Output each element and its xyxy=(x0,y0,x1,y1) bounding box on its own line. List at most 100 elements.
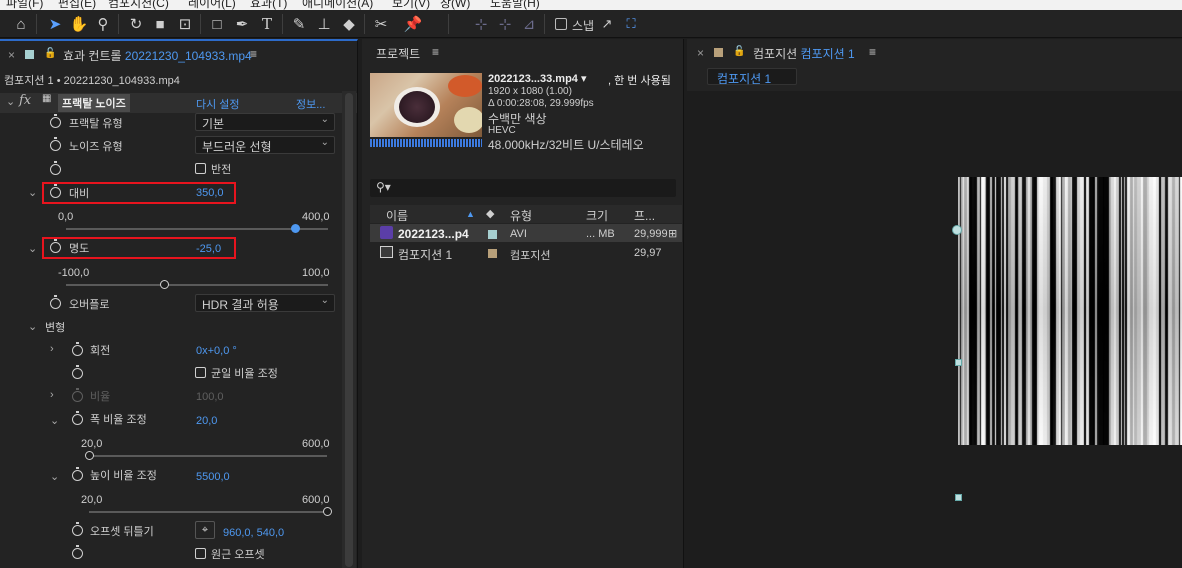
lock-icon[interactable]: 🔓 xyxy=(44,48,56,59)
about-link[interactable]: 정보... xyxy=(296,96,325,112)
offset-value[interactable]: 960,0, 540,0 xyxy=(223,527,284,539)
puppet-pin-icon[interactable]: 📌 xyxy=(402,13,424,35)
sort-ascending-icon[interactable]: ▲ xyxy=(466,209,475,219)
stopwatch-icon[interactable] xyxy=(50,137,61,151)
viewer-tab[interactable]: 컴포지션 1 xyxy=(707,68,797,86)
overflow-dropdown[interactable]: HDR 결과 허용 ⌄ xyxy=(195,294,335,312)
stopwatch-icon[interactable] xyxy=(50,114,61,128)
pen-icon[interactable]: ✒ xyxy=(231,13,253,35)
chevron-down-icon[interactable]: ⌄ xyxy=(50,470,59,483)
zoom-icon[interactable]: ⚲ xyxy=(92,13,114,35)
snap-target-icon[interactable]: ⛶ xyxy=(620,13,642,35)
noise-type-dropdown[interactable]: 부드러운 선형 ⌄ xyxy=(195,136,335,154)
reset-link[interactable]: 다시 설정 xyxy=(196,96,240,112)
panel-menu-icon[interactable]: ≡ xyxy=(432,45,439,59)
chevron-down-icon[interactable]: ⌄ xyxy=(28,320,37,333)
stopwatch-icon[interactable] xyxy=(72,522,83,536)
chevron-down-icon[interactable]: ⌄ xyxy=(28,242,37,255)
rectangle-icon[interactable]: □ xyxy=(206,13,228,35)
brightness-slider[interactable] xyxy=(66,284,328,286)
contrast-slider[interactable] xyxy=(66,228,328,230)
pan-behind-icon[interactable]: ⊡ xyxy=(174,13,196,35)
menu-layer[interactable]: 레이어(L) xyxy=(188,0,236,10)
menu-file[interactable]: 파일(F) xyxy=(6,0,43,10)
menu-edit[interactable]: 편집(E) xyxy=(58,0,96,10)
snap-options-icon[interactable]: ↗ xyxy=(596,13,618,35)
item-name[interactable]: 2022123...33.mp4 ▾ xyxy=(488,72,586,85)
stopwatch-icon[interactable] xyxy=(50,295,61,309)
column-type[interactable]: 유형 xyxy=(510,207,532,224)
menu-window[interactable]: 창(W) xyxy=(440,0,470,10)
menu-effect[interactable]: 효과(T) xyxy=(250,0,287,10)
collapse-icon[interactable]: ⌄ xyxy=(6,95,15,108)
stopwatch-icon[interactable] xyxy=(50,239,61,253)
snap-checkbox[interactable] xyxy=(555,18,567,30)
effect-controls-tab[interactable]: 효과 컨트롤 20221230_104933.mp4 xyxy=(63,47,252,64)
contrast-value[interactable]: 350,0 xyxy=(196,187,224,199)
project-tab[interactable]: 프로젝트 xyxy=(376,45,420,62)
row-label-swatch[interactable] xyxy=(488,249,497,258)
eraser-icon[interactable]: ◆ xyxy=(338,13,360,35)
slider-knob[interactable] xyxy=(160,280,170,289)
uniform-scale-checkbox[interactable] xyxy=(195,367,206,378)
flowchart-icon[interactable]: ⊞ xyxy=(668,227,677,240)
project-search-input[interactable]: ⚲▾ xyxy=(370,179,676,197)
perspective-checkbox[interactable] xyxy=(195,548,206,559)
clone-stamp-icon[interactable]: ⊥ xyxy=(313,13,335,35)
label-tag-icon[interactable]: ◆ xyxy=(486,207,494,220)
column-name[interactable]: 이름 xyxy=(386,207,408,224)
roto-brush-icon[interactable]: ✂ xyxy=(370,13,392,35)
selection-icon[interactable]: ➤ xyxy=(44,13,66,35)
brush-icon[interactable]: ✎ xyxy=(288,13,310,35)
type-icon[interactable]: T xyxy=(256,13,278,35)
fx-icon[interactable]: fx xyxy=(19,93,31,108)
row-name[interactable]: 컴포지션 1 xyxy=(398,246,452,263)
chevron-down-icon[interactable]: ⌄ xyxy=(28,186,37,199)
effect-name[interactable]: 프랙탈 노이즈 xyxy=(58,94,130,112)
view-axis-icon[interactable]: ⊿ xyxy=(518,13,540,35)
row-label-swatch[interactable] xyxy=(488,230,497,239)
stopwatch-icon[interactable] xyxy=(50,161,61,175)
panel-menu-icon[interactable]: ≡ xyxy=(869,45,876,59)
hand-icon[interactable]: ✋ xyxy=(68,13,90,35)
home-icon[interactable]: ⌂ xyxy=(10,13,32,35)
stopwatch-icon[interactable] xyxy=(72,365,83,379)
close-icon[interactable]: × xyxy=(697,46,704,60)
stopwatch-icon[interactable] xyxy=(50,184,61,198)
scale-width-value[interactable]: 20,0 xyxy=(196,415,217,427)
slider-knob[interactable] xyxy=(323,507,332,516)
scale-height-slider[interactable] xyxy=(89,511,327,513)
slider-knob[interactable] xyxy=(291,224,301,233)
fractal-type-dropdown[interactable]: 기본 ⌄ xyxy=(195,113,335,131)
composition-tab[interactable]: 컴포지션 컴포지션 1 xyxy=(753,45,855,62)
column-fps[interactable]: 프... xyxy=(634,207,655,224)
row-name[interactable]: 2022123...p4 xyxy=(398,227,469,241)
local-axis-icon[interactable]: ⊹ xyxy=(470,13,492,35)
slider-knob[interactable] xyxy=(85,451,94,460)
rotate-icon[interactable]: ↻ xyxy=(125,13,147,35)
scale-height-value[interactable]: 5500,0 xyxy=(196,471,230,483)
close-icon[interactable]: × xyxy=(8,48,15,62)
world-axis-icon[interactable]: ⊹ xyxy=(494,13,516,35)
lock-icon[interactable]: 🔓 xyxy=(733,46,745,57)
menu-composition[interactable]: 컴포지션(C) xyxy=(108,0,169,10)
scale-width-slider[interactable] xyxy=(89,455,327,457)
anchor-handle[interactable] xyxy=(952,225,962,235)
chevron-down-icon[interactable]: ⌄ xyxy=(50,414,59,427)
stopwatch-icon[interactable] xyxy=(72,342,83,356)
menu-animation[interactable]: 애니메이션(A) xyxy=(302,0,373,10)
scrollbar-thumb[interactable] xyxy=(345,93,353,567)
stopwatch-icon[interactable] xyxy=(72,467,83,481)
stopwatch-icon[interactable] xyxy=(72,545,83,559)
invert-checkbox[interactable] xyxy=(195,163,206,174)
stopwatch-icon[interactable] xyxy=(72,411,83,425)
brightness-value[interactable]: -25,0 xyxy=(196,243,221,255)
column-size[interactable]: 크기 xyxy=(586,207,608,224)
crosshair-icon[interactable]: ⌖ xyxy=(195,521,215,539)
transform-handle[interactable] xyxy=(955,359,962,366)
menu-help[interactable]: 도움말(H) xyxy=(490,0,540,10)
rotation-value[interactable]: 0x+0,0 ° xyxy=(196,345,237,357)
transform-handle[interactable] xyxy=(955,494,962,501)
menu-view[interactable]: 보기(V) xyxy=(392,0,430,10)
chevron-right-icon[interactable]: › xyxy=(50,343,54,355)
